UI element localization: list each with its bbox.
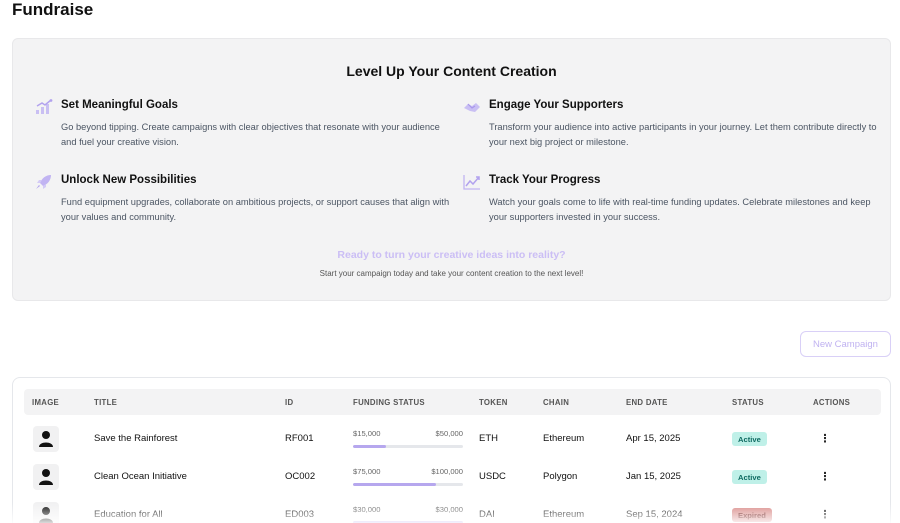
column-header-image: IMAGE [32,398,60,407]
status-badge: Expired [732,508,772,522]
campaign-id: OC002 [285,471,316,482]
funding-raised: $15,000 [353,429,381,438]
funding-goal: $100,000 [431,467,463,476]
cta-subtitle: Start your campaign today and take your … [319,269,584,278]
column-header-title: TITLE [94,398,118,407]
rocket-icon [36,175,51,189]
status-badge: Active [732,470,767,484]
campaign-title: Clean Ocean Initiative [94,471,187,482]
funding-progress-fill [353,483,436,486]
funding-raised: $30,000 [353,505,381,514]
handshake-icon [464,103,480,112]
campaign-chain: Polygon [543,471,578,482]
campaign-chain: Ethereum [543,509,585,520]
table-row[interactable]: Education for All ED003 $30,000 $30,000 … [24,496,881,523]
campaign-token: DAI [479,509,495,520]
column-header-end-date: END DATE [626,398,668,407]
funding-progress-bar [353,445,463,448]
campaign-title: Education for All [94,509,163,520]
funding-progress-bar [353,483,463,486]
trend-chart-icon [463,175,480,190]
avatar [33,502,59,523]
campaigns-table: IMAGE TITLE ID FUNDING STATUS TOKEN CHAI… [12,377,891,523]
table-row[interactable]: Save the Rainforest RF001 $15,000 $50,00… [24,420,881,458]
feature-title: Unlock New Possibilities [61,174,197,186]
funding-goal: $30,000 [435,505,463,514]
user-silhouette-icon [39,431,53,447]
row-actions-menu-icon[interactable]: ⋮ [819,432,831,446]
feature-desc: Watch your goals come to life with real-… [489,197,871,222]
campaign-end-date: Apr 15, 2025 [626,433,681,444]
hero-panel: Level Up Your Content Creation Set Meani… [12,38,891,301]
row-actions-menu-icon[interactable]: ⋮ [819,470,831,484]
goals-icon [36,99,53,114]
campaign-token: USDC [479,471,506,482]
feature-desc: Go beyond tipping. Create campaigns with… [61,122,440,147]
column-header-actions: ACTIONS [813,398,851,407]
status-badge: Active [732,432,767,446]
campaign-title: Save the Rainforest [94,433,178,444]
feature-desc: Transform your audience into active part… [489,122,877,147]
column-header-id: ID [285,398,294,407]
avatar [33,464,59,490]
campaign-end-date: Sep 15, 2024 [626,509,683,520]
user-silhouette-icon [39,507,53,523]
funding-goal: $50,000 [435,429,463,438]
new-campaign-button[interactable]: New Campaign [800,331,891,357]
hero-heading: Level Up Your Content Creation [346,63,557,79]
feature-title: Track Your Progress [489,174,601,186]
feature-title: Engage Your Supporters [489,99,624,111]
campaign-id: RF001 [285,433,314,444]
feature-desc: Fund equipment upgrades, collaborate on … [61,197,450,222]
user-silhouette-icon [39,469,53,485]
funding-raised: $75,000 [353,467,381,476]
campaign-id: ED003 [285,509,315,520]
feature-title: Set Meaningful Goals [61,99,178,111]
page-title: Fundraise [12,0,94,19]
column-header-chain: CHAIN [543,398,570,407]
table-row[interactable]: Clean Ocean Initiative OC002 $75,000 $10… [24,458,881,496]
avatar [33,426,59,452]
column-header-status: STATUS [732,398,764,407]
campaign-end-date: Jan 15, 2025 [626,471,681,482]
row-actions-menu-icon[interactable]: ⋮ [819,508,831,522]
column-header-token: TOKEN [479,398,508,407]
cta-title: Ready to turn your creative ideas into r… [337,249,566,261]
table-header: IMAGE TITLE ID FUNDING STATUS TOKEN CHAI… [24,389,881,415]
campaign-chain: Ethereum [543,433,585,444]
column-header-funding-status: FUNDING STATUS [353,398,425,407]
campaign-token: ETH [479,433,498,444]
funding-progress-fill [353,445,386,448]
